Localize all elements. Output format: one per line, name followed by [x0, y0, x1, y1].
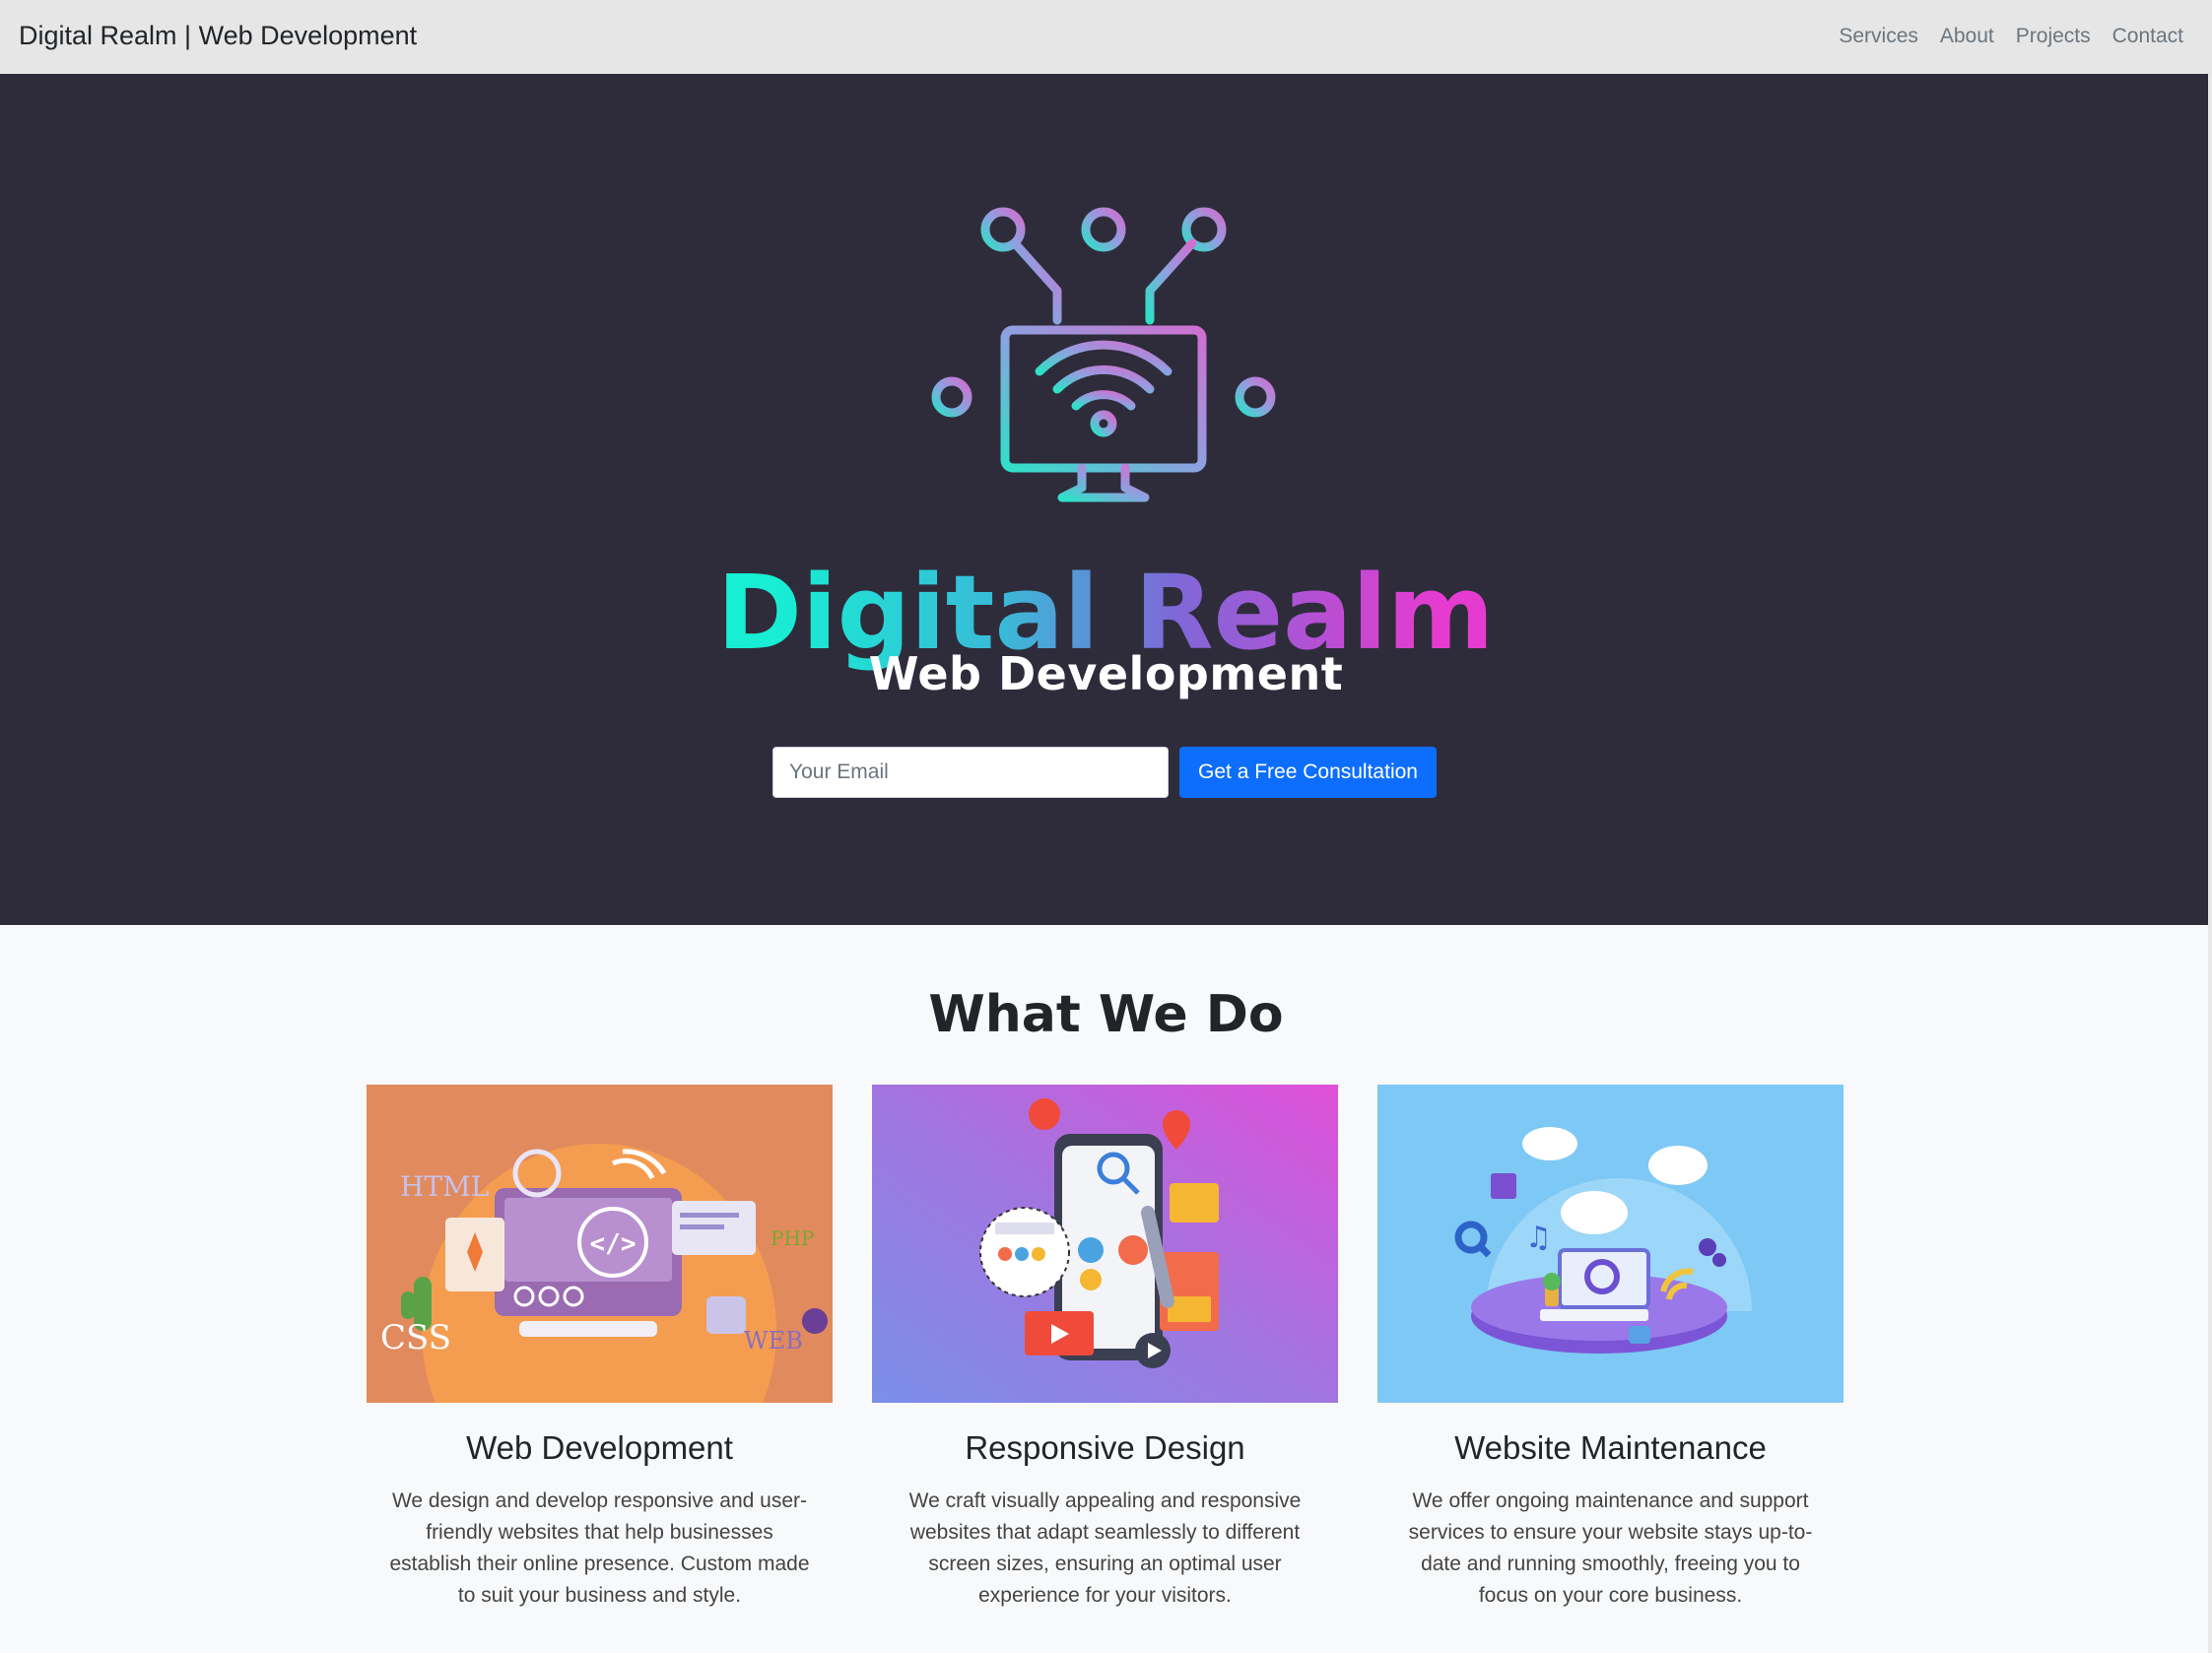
service-card-title: Website Maintenance [1454, 1429, 1767, 1466]
svg-text:HTML: HTML [400, 1170, 489, 1203]
brand-link[interactable]: Digital Realm | Web Development [19, 18, 417, 53]
service-card-title: Responsive Design [965, 1429, 1245, 1466]
service-card-responsive-design: Responsive Design We craft visually appe… [872, 1085, 1338, 1612]
service-card-website-maintenance: ♫ Website Maintenance We offer ongoing m… [1377, 1085, 1843, 1612]
service-card-description: We offer ongoing maintenance and support… [1408, 1489, 1813, 1607]
svg-text:</>: </> [590, 1229, 637, 1259]
nav-link-about[interactable]: About [1929, 22, 2005, 51]
service-card-title: Web Development [466, 1429, 733, 1466]
responsive-design-illustration [872, 1085, 1338, 1403]
website-maintenance-illustration: ♫ [1377, 1085, 1843, 1403]
page-scrollbar[interactable] [2208, 74, 2212, 1653]
services-title: What We Do [928, 985, 1284, 1044]
nav-link-services[interactable]: Services [1828, 22, 1929, 51]
service-card-description: We design and develop responsive and use… [389, 1489, 810, 1607]
email-input[interactable] [772, 747, 1169, 798]
svg-text:PHP: PHP [771, 1226, 814, 1250]
svg-text:WEB: WEB [744, 1327, 803, 1355]
nav-links: Services About Projects Contact [1828, 22, 2183, 51]
nav-link-contact[interactable]: Contact [2102, 22, 2183, 51]
svg-text:♫: ♫ [1525, 1221, 1552, 1255]
get-consultation-button[interactable]: Get a Free Consultation [1179, 747, 1437, 798]
service-card-description: We craft visually appealing and responsi… [908, 1489, 1302, 1607]
service-card-web-development: </> HTML CSS PHP WEB Web Development We … [367, 1085, 833, 1612]
monitor-wifi-circuit-icon [931, 207, 1276, 502]
hero-section: Digital Realm Web Development Get a Free… [0, 74, 2212, 925]
consultation-form: Get a Free Consultation [772, 747, 1437, 798]
nav-link-projects[interactable]: Projects [2005, 22, 2102, 51]
web-development-illustration: </> HTML CSS PHP WEB [367, 1085, 833, 1403]
svg-text:CSS: CSS [380, 1318, 451, 1357]
navbar: Digital Realm | Web Development Services… [0, 0, 2212, 74]
hero-subtitle: Web Development [868, 647, 1344, 700]
